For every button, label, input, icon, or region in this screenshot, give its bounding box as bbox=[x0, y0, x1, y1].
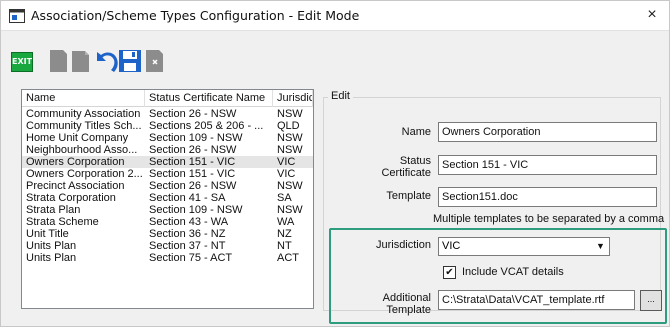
undo-icon[interactable] bbox=[93, 48, 119, 74]
list-row[interactable]: Community Association Section 26 - NSW NSW bbox=[22, 108, 313, 120]
status-certificate-label-line1: Status bbox=[399, 155, 431, 167]
list-cell-jurisdiction: NZ bbox=[277, 228, 292, 240]
name-field[interactable]: Owners Corporation bbox=[438, 122, 657, 142]
list-cell-jurisdiction: NSW bbox=[277, 180, 303, 192]
list-cell-jurisdiction: NSW bbox=[277, 144, 303, 156]
title-bar[interactable]: Association/Scheme Types Configuration -… bbox=[1, 1, 669, 31]
list-cell-status: Section 26 - NSW bbox=[149, 108, 237, 120]
additional-template-label-line1: Additional bbox=[382, 292, 431, 304]
list-cell-jurisdiction: VIC bbox=[277, 168, 296, 180]
new-document-icon[interactable] bbox=[45, 48, 71, 74]
list-cell-name: Unit Title bbox=[26, 228, 69, 240]
jurisdiction-value: VIC bbox=[442, 240, 461, 252]
list-rows: Community Association Section 26 - NSW NSW… bbox=[22, 108, 313, 264]
list-cell-status: Section 151 - VIC bbox=[149, 168, 236, 180]
list-cell-jurisdiction: NSW bbox=[277, 204, 303, 216]
list-cell-name: Precinct Association bbox=[26, 180, 125, 192]
additional-template-label-line2: Template bbox=[386, 304, 431, 316]
list-row[interactable]: Owners Corporation 2... Section 151 - VIC… bbox=[22, 168, 313, 180]
app-window-icon bbox=[9, 9, 25, 23]
list-row[interactable]: Strata Scheme Section 43 - WA WA bbox=[22, 216, 313, 228]
chevron-down-icon[interactable]: ▼ bbox=[593, 239, 608, 254]
list-row[interactable]: Strata Plan Section 109 - NSW NSW bbox=[22, 204, 313, 216]
list-cell-name: Owners Corporation 2... bbox=[26, 168, 143, 180]
list-cell-status: Section 26 - NSW bbox=[149, 144, 237, 156]
column-header-jurisdiction[interactable]: Jurisdict... bbox=[273, 90, 313, 107]
list-cell-status: Section 43 - WA bbox=[149, 216, 229, 228]
list-cell-name: Strata Corporation bbox=[26, 192, 116, 204]
close-button[interactable]: × bbox=[635, 1, 669, 30]
status-certificate-label-line2: Certificate bbox=[381, 167, 431, 179]
list-cell-status: Section 151 - VIC bbox=[149, 156, 236, 168]
list-cell-name: Strata Scheme bbox=[26, 216, 99, 228]
list-row[interactable]: Owners Corporation Section 151 - VIC VIC bbox=[22, 156, 313, 168]
list-row[interactable]: Neighbourhood Asso... Section 26 - NSW NSW bbox=[22, 144, 313, 156]
list-header: Name Status Certificate Name Jurisdict..… bbox=[22, 90, 313, 107]
template-field[interactable]: Section151.doc bbox=[438, 187, 657, 207]
additional-template-field[interactable]: C:\Strata\Data\VCAT_template.rtf bbox=[438, 290, 635, 310]
list-cell-name: Community Association bbox=[26, 108, 141, 120]
list-cell-status: Section 36 - NZ bbox=[149, 228, 226, 240]
list-row[interactable]: Unit Title Section 36 - NZ NZ bbox=[22, 228, 313, 240]
list-cell-jurisdiction: NSW bbox=[277, 108, 303, 120]
jurisdiction-label: Jurisdiction bbox=[375, 239, 431, 251]
list-cell-status: Section 26 - NSW bbox=[149, 180, 237, 192]
list-cell-status: Section 75 - ACT bbox=[149, 252, 233, 264]
name-label: Name bbox=[401, 126, 431, 138]
window-title: Association/Scheme Types Configuration -… bbox=[31, 8, 360, 23]
list-cell-jurisdiction: WA bbox=[277, 216, 295, 228]
browse-button[interactable]: ... bbox=[640, 290, 662, 311]
list-row[interactable]: Community Titles Sch... Sections 205 & 20… bbox=[22, 120, 313, 132]
list-cell-name: Home Unit Company bbox=[26, 132, 129, 144]
list-row[interactable]: Precinct Association Section 26 - NSW NSW bbox=[22, 180, 313, 192]
list-cell-status: Section 41 - SA bbox=[149, 192, 226, 204]
save-icon[interactable] bbox=[117, 48, 143, 74]
list-cell-jurisdiction: QLD bbox=[277, 120, 300, 132]
list-cell-name: Neighbourhood Asso... bbox=[26, 144, 138, 156]
list-cell-name: Owners Corporation bbox=[26, 156, 125, 168]
list-cell-status: Sections 205 & 206 - ... bbox=[149, 120, 264, 132]
configuration-window: Association/Scheme Types Configuration -… bbox=[0, 0, 670, 327]
include-vcat-label[interactable]: Include VCAT details bbox=[462, 266, 564, 278]
scheme-types-list[interactable]: Name Status Certificate Name Jurisdict..… bbox=[21, 89, 314, 309]
list-cell-name: Units Plan bbox=[26, 252, 77, 264]
list-cell-jurisdiction: ACT bbox=[277, 252, 299, 264]
exit-button[interactable]: EXIT bbox=[11, 52, 33, 72]
list-row[interactable]: Units Plan Section 37 - NT NT bbox=[22, 240, 313, 252]
list-cell-jurisdiction: SA bbox=[277, 192, 292, 204]
list-cell-status: Section 37 - NT bbox=[149, 240, 226, 252]
list-row[interactable]: Home Unit Company Section 109 - NSW NSW bbox=[22, 132, 313, 144]
list-cell-name: Units Plan bbox=[26, 240, 77, 252]
list-cell-status: Section 109 - NSW bbox=[149, 132, 243, 144]
list-cell-name: Community Titles Sch... bbox=[26, 120, 142, 132]
list-cell-status: Section 109 - NSW bbox=[149, 204, 243, 216]
include-vcat-checkbox[interactable]: ✔ bbox=[443, 266, 456, 279]
column-header-name[interactable]: Name bbox=[22, 90, 145, 107]
list-cell-jurisdiction: NSW bbox=[277, 132, 303, 144]
template-label: Template bbox=[386, 190, 431, 202]
list-cell-jurisdiction: NT bbox=[277, 240, 292, 252]
list-cell-jurisdiction: VIC bbox=[277, 156, 296, 168]
list-cell-name: Strata Plan bbox=[26, 204, 81, 216]
list-row[interactable]: Units Plan Section 75 - ACT ACT bbox=[22, 252, 313, 264]
delete-document-icon[interactable] bbox=[141, 48, 167, 74]
jurisdiction-dropdown[interactable]: VIC ▼ bbox=[438, 237, 610, 256]
status-certificate-field[interactable]: Section 151 - VIC bbox=[438, 155, 657, 175]
column-header-status-certificate[interactable]: Status Certificate Name bbox=[145, 90, 273, 107]
template-hint: Multiple templates to be separated by a … bbox=[433, 213, 665, 225]
edit-group-label: Edit bbox=[328, 90, 353, 102]
copy-document-icon[interactable] bbox=[69, 48, 95, 74]
list-row[interactable]: Strata Corporation Section 41 - SA SA bbox=[22, 192, 313, 204]
